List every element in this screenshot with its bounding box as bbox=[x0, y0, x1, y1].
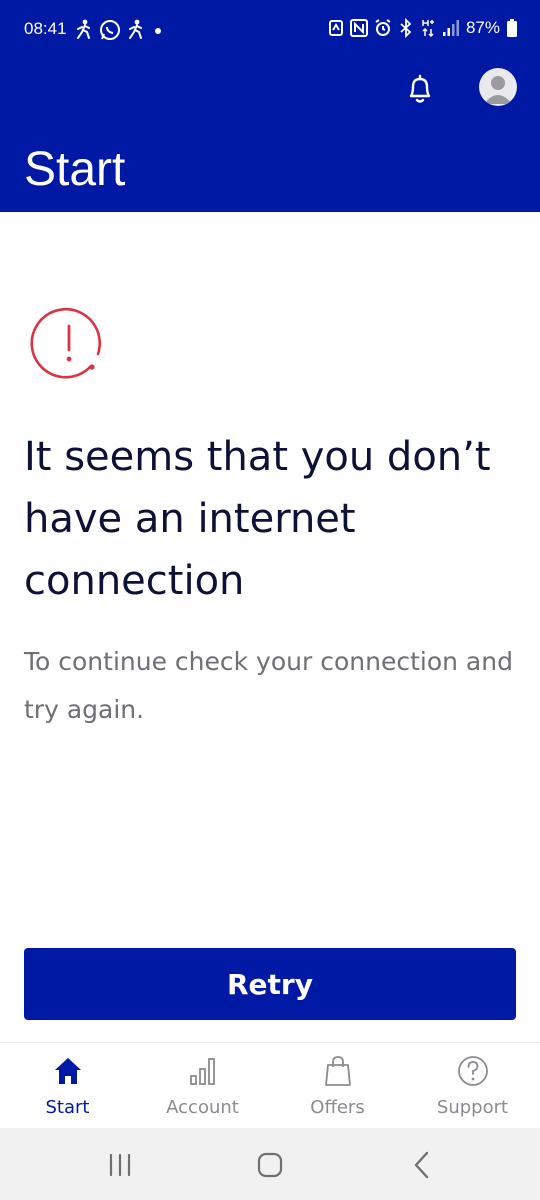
status-time: 08:41 bbox=[24, 19, 67, 38]
bell-icon[interactable] bbox=[402, 70, 438, 106]
bottom-nav: Start Account Offers Support bbox=[0, 1042, 540, 1129]
nfc-icon bbox=[349, 19, 368, 37]
signal-icon bbox=[442, 20, 459, 36]
nav-item-start[interactable]: Start bbox=[0, 1043, 135, 1129]
nav-label: Start bbox=[45, 1097, 90, 1118]
hplus-data-icon bbox=[422, 20, 434, 38]
bar-chart-icon bbox=[189, 1058, 215, 1085]
error-heading: It seems that you don’t have an internet… bbox=[24, 434, 491, 604]
page-title: Start bbox=[24, 143, 126, 196]
nav-item-support[interactable]: Support bbox=[405, 1043, 540, 1129]
shopping-bag-icon bbox=[324, 1056, 351, 1086]
dot-icon bbox=[155, 28, 161, 34]
status-right-icons: 87% bbox=[328, 18, 518, 38]
nav-label: Account bbox=[166, 1097, 239, 1118]
home-icon bbox=[54, 1058, 81, 1084]
status-left-icons bbox=[74, 18, 166, 42]
system-nav-bar bbox=[0, 1128, 540, 1200]
bluetooth-icon bbox=[400, 18, 412, 38]
walking-person-icon bbox=[77, 19, 90, 39]
app-header: Start bbox=[0, 64, 540, 212]
walking-person-icon bbox=[129, 19, 142, 39]
back-icon[interactable] bbox=[405, 1148, 439, 1182]
alarm-app-icon bbox=[328, 20, 343, 36]
alert-circle-icon bbox=[30, 307, 102, 379]
nav-item-account[interactable]: Account bbox=[135, 1043, 270, 1129]
avatar-icon bbox=[484, 76, 512, 104]
retry-button[interactable]: Retry bbox=[24, 948, 516, 1020]
nav-label: Support bbox=[436, 1097, 509, 1118]
alarm-icon bbox=[375, 19, 391, 36]
help-circle-icon bbox=[457, 1056, 488, 1086]
nav-item-offers[interactable]: Offers bbox=[270, 1043, 405, 1129]
battery-icon bbox=[507, 19, 517, 37]
error-message: To continue check your connection and tr… bbox=[24, 647, 513, 724]
home-button-icon[interactable] bbox=[253, 1148, 287, 1182]
whatsapp-icon bbox=[100, 20, 120, 40]
avatar[interactable] bbox=[479, 68, 517, 106]
recent-apps-icon[interactable] bbox=[103, 1148, 137, 1182]
battery-percentage: 87% bbox=[465, 18, 500, 37]
status-bar: 08:41 87% bbox=[0, 0, 540, 64]
nav-label: Offers bbox=[310, 1097, 365, 1118]
